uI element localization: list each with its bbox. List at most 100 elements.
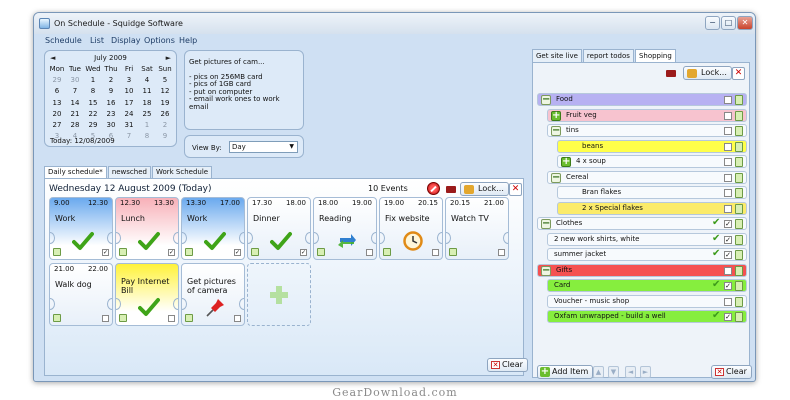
note-icon[interactable] [735, 312, 743, 322]
tab-report-todos[interactable]: report todos [582, 49, 634, 62]
event-card[interactable]: 17.30 18.00 Dinner ✓ [247, 197, 311, 260]
event-card[interactable]: Pay Internet Bill [115, 263, 179, 326]
note-icon[interactable] [735, 95, 743, 105]
menu-display[interactable]: Display [111, 36, 141, 45]
item-checkbox[interactable] [724, 297, 732, 306]
list-item[interactable]: − Food [537, 93, 747, 106]
calendar-day[interactable]: 8 [84, 86, 102, 97]
calendar-today[interactable]: Today: 12/08/2009 [50, 137, 115, 145]
note-icon[interactable] [119, 314, 127, 322]
done-checkbox[interactable] [432, 249, 439, 256]
done-checkbox[interactable]: ✓ [234, 249, 241, 256]
note-icon[interactable] [185, 314, 193, 322]
calendar-day[interactable]: 16 [102, 98, 120, 109]
calendar-day[interactable]: 30 [102, 120, 120, 131]
event-card[interactable]: 12.30 13.30 Lunch ✓ [115, 197, 179, 260]
list-item[interactable]: +4 x soup [557, 155, 747, 168]
list-item[interactable]: + Fruit veg [547, 108, 747, 122]
note-icon[interactable] [735, 203, 743, 214]
calendar-day[interactable]: 18 [138, 98, 156, 109]
event-card[interactable]: 13.30 17.00 Work ✓ [181, 197, 245, 260]
note-icon[interactable] [383, 248, 391, 256]
event-card[interactable]: 20.15 21.00 Watch TV [445, 197, 509, 260]
item-checkbox[interactable] [724, 204, 732, 213]
menu-help[interactable]: Help [179, 36, 197, 45]
tab-shopping[interactable]: Shopping [634, 49, 676, 63]
drag-handle-left[interactable] [116, 298, 121, 310]
note-icon[interactable] [317, 248, 325, 256]
done-checkbox[interactable]: ✓ [168, 249, 175, 256]
calendar-day[interactable]: 23 [102, 109, 120, 120]
add-item-button[interactable]: + Add Item [537, 365, 594, 379]
close-button[interactable]: ✕ [737, 16, 753, 30]
drag-handle-left[interactable] [116, 232, 121, 244]
list-item[interactable]: Voucher - music shop [547, 294, 747, 308]
calendar-day[interactable]: 24 [120, 109, 138, 120]
list-item[interactable]: Bran flakes [557, 186, 747, 199]
item-checkbox[interactable] [724, 111, 732, 120]
done-checkbox[interactable]: ✓ [102, 249, 109, 256]
clear-button[interactable]: ✕ Clear [711, 365, 752, 379]
list-item[interactable]: 2 x Special flakes [557, 201, 747, 215]
event-card[interactable]: Get pictures of camera [181, 263, 245, 326]
calendar-day[interactable]: 1 [138, 120, 156, 131]
item-checkbox[interactable] [724, 127, 732, 135]
calendar-next-icon[interactable]: ► [166, 54, 171, 62]
calendar-day[interactable]: 14 [66, 98, 84, 109]
collapse-icon[interactable]: − [541, 95, 551, 105]
drag-handle-left[interactable] [248, 232, 253, 244]
drag-handle-right[interactable] [107, 232, 112, 244]
calendar-day[interactable]: 2 [156, 120, 174, 131]
item-checkbox[interactable] [724, 266, 732, 275]
calendar-day[interactable]: 7 [66, 86, 84, 97]
calendar-day[interactable]: 13 [48, 98, 66, 109]
drag-handle-left[interactable] [50, 232, 55, 244]
done-checkbox[interactable] [234, 315, 241, 322]
calendar-day[interactable]: 26 [156, 109, 174, 120]
minimize-button[interactable]: − [705, 16, 720, 30]
note-icon[interactable] [735, 219, 743, 229]
calendar-day[interactable]: 28 [66, 120, 84, 131]
drag-handle-left[interactable] [50, 298, 55, 310]
move-up-icon[interactable]: ▲ [593, 366, 604, 378]
expand-icon[interactable]: + [561, 157, 571, 167]
calendar-day[interactable]: 7 [120, 131, 138, 142]
item-checkbox[interactable]: ✓ [724, 235, 732, 244]
list-item[interactable]: − tins [547, 124, 747, 137]
note-icon[interactable] [735, 250, 743, 260]
calendar-day[interactable]: 21 [66, 109, 84, 120]
expand-icon[interactable]: + [551, 110, 561, 121]
event-card[interactable]: 21.00 22.00 Walk dog [49, 263, 113, 326]
item-checkbox[interactable] [724, 142, 732, 151]
calendar-day[interactable]: 8 [138, 131, 156, 142]
calendar-day[interactable]: 30 [66, 75, 84, 86]
drag-handle-right[interactable] [503, 232, 508, 244]
list-item[interactable]: 2 new work shirts, white ✔ ✓ [547, 232, 747, 246]
drag-handle-right[interactable] [173, 298, 178, 310]
calendar-day[interactable]: 9 [156, 131, 174, 142]
move-right-icon[interactable]: ► [640, 366, 651, 378]
calendar-day[interactable]: 22 [84, 109, 102, 120]
maximize-button[interactable]: □ [721, 16, 736, 30]
list-item[interactable]: Card ✔ ✓ [547, 279, 747, 292]
drag-handle-left[interactable] [380, 232, 385, 244]
collapse-icon[interactable]: − [541, 219, 551, 229]
note-icon[interactable] [735, 141, 743, 152]
done-checkbox[interactable]: ✓ [300, 249, 307, 256]
menu-list[interactable]: List [90, 36, 104, 45]
drag-handle-right[interactable] [371, 232, 376, 244]
item-checkbox[interactable]: ✓ [724, 251, 732, 259]
tab-get-site-live[interactable]: Get site live [532, 49, 582, 62]
tab-work-schedule[interactable]: Work Schedule [151, 166, 213, 178]
menu-options[interactable]: Options [144, 36, 175, 45]
note-icon[interactable] [185, 248, 193, 256]
note-icon[interactable] [735, 234, 743, 245]
note-icon[interactable] [251, 248, 259, 256]
calendar-day[interactable]: 25 [138, 109, 156, 120]
calendar-day[interactable]: 19 [156, 98, 174, 109]
lock-button[interactable]: Lock... [460, 182, 509, 196]
clear-button[interactable]: ✕ Clear [487, 358, 528, 372]
calendar-day[interactable]: 15 [84, 98, 102, 109]
calendar-day[interactable]: 17 [120, 98, 138, 109]
event-card[interactable]: 19.00 20.15 Fix website [379, 197, 443, 260]
